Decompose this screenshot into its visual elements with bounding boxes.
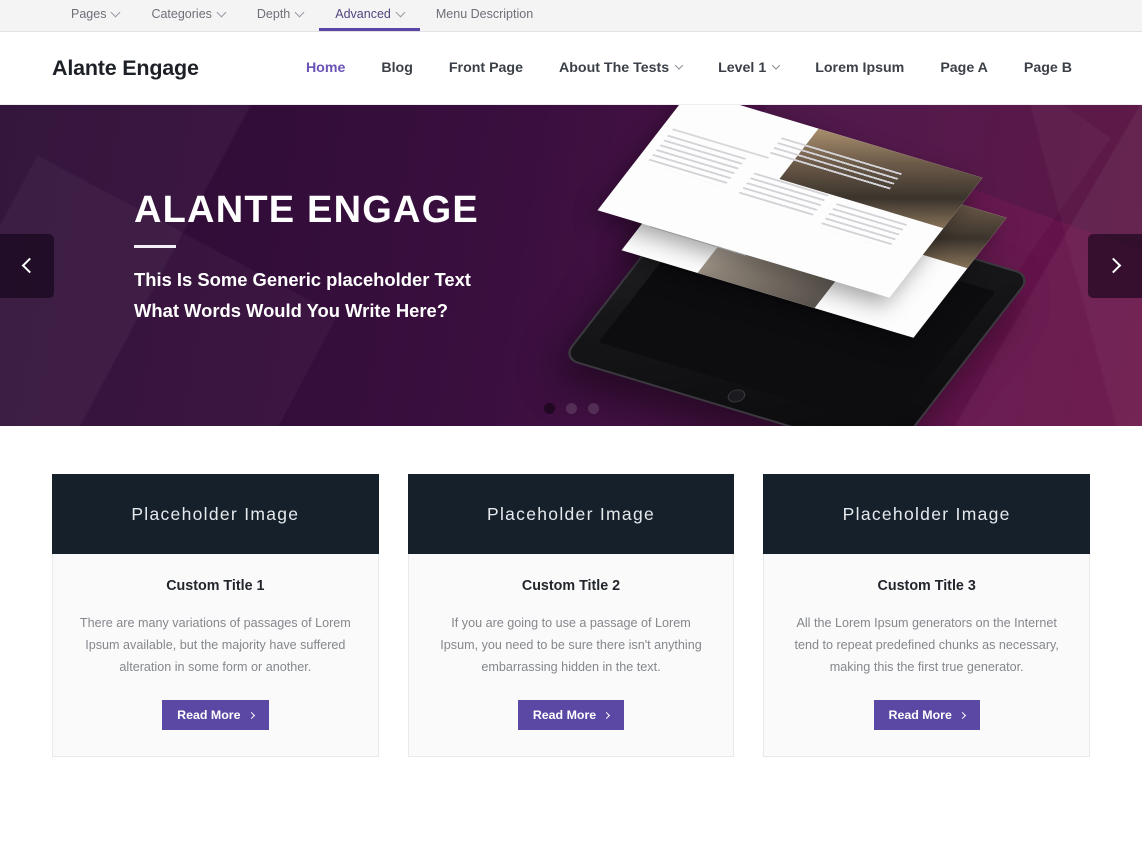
nav-item-level-1[interactable]: Level 1	[700, 60, 797, 76]
chevron-right-icon	[1105, 257, 1121, 274]
chevron-right-icon	[247, 711, 255, 719]
card-title: Custom Title 3	[877, 578, 976, 594]
hero-subtitle-line-2: What Words Would You Write Here?	[134, 300, 449, 322]
hero-title: ALANTE ENGAGE	[134, 188, 479, 231]
chevron-right-icon	[603, 711, 611, 719]
admin-tab-label: Depth	[256, 7, 291, 21]
hero-content: ALANTE ENGAGE This Is Some Generic place…	[0, 105, 1142, 426]
card-description: There are many variations of passages of…	[79, 616, 351, 674]
customizer-menu-bar: Pages Categories Depth Advanced Menu Des…	[0, 0, 1142, 32]
nav-item-blog[interactable]: Blog	[363, 60, 431, 76]
card-body: Custom Title 1 There are many variations…	[53, 554, 378, 756]
cards-row: Placeholder Image Custom Title 1 There a…	[52, 474, 1091, 758]
card-description: If you are going to use a passage of Lor…	[440, 616, 702, 674]
admin-tab-label: Menu Description	[435, 7, 534, 21]
nav-item-label: Lorem Ipsum	[815, 60, 905, 76]
nav-item-front-page[interactable]: Front Page	[431, 60, 541, 76]
card-title: Custom Title 2	[521, 578, 621, 594]
nav-item-page-b[interactable]: Page B	[1006, 60, 1090, 76]
nav-item-label: Blog	[381, 60, 413, 76]
nav-item-label: Front Page	[448, 60, 523, 76]
slider-dot-3[interactable]	[587, 403, 599, 414]
slider-pagination	[0, 403, 1142, 414]
hero-slider: ALANTE ENGAGE This Is Some Generic place…	[0, 105, 1142, 426]
site-brand[interactable]: Alante Engage	[52, 56, 199, 81]
admin-tab-categories[interactable]: Categories	[135, 0, 240, 31]
chevron-down-icon	[674, 61, 684, 70]
slider-prev-button[interactable]	[0, 233, 54, 298]
chevron-down-icon	[294, 7, 305, 17]
card-body: Custom Title 2 If you are going to use a…	[409, 554, 734, 756]
feature-card: Placeholder Image Custom Title 2 If you …	[407, 474, 735, 758]
primary-navigation: Home Blog Front Page About The Tests Lev…	[288, 60, 1090, 76]
slider-next-button[interactable]	[1088, 233, 1142, 298]
card-description: All the Lorem Ipsum generators on the In…	[794, 616, 1059, 674]
read-more-label: Read More	[177, 708, 241, 723]
card-placeholder-image: Placeholder Image	[763, 474, 1091, 554]
nav-item-label: Page B	[1023, 60, 1072, 76]
nav-item-page-a[interactable]: Page A	[922, 60, 1006, 76]
nav-item-label: Page A	[940, 60, 988, 76]
read-more-button[interactable]: Read More	[873, 700, 980, 731]
slider-dot-1[interactable]	[543, 403, 555, 414]
read-more-button[interactable]: Read More	[517, 700, 625, 731]
admin-tab-label: Categories	[151, 7, 212, 21]
feature-card: Placeholder Image Custom Title 3 All the…	[763, 474, 1091, 758]
card-body: Custom Title 3 All the Lorem Ipsum gener…	[764, 554, 1089, 756]
admin-tab-menu-description[interactable]: Menu Description	[420, 0, 549, 31]
site-header: Alante Engage Home Blog Front Page About…	[0, 32, 1142, 105]
feature-cards-section: Placeholder Image Custom Title 1 There a…	[0, 426, 1142, 758]
nav-item-lorem-ipsum[interactable]: Lorem Ipsum	[797, 60, 922, 76]
read-more-label: Read More	[532, 708, 597, 723]
nav-item-about-the-tests[interactable]: About The Tests	[541, 60, 700, 76]
read-more-button[interactable]: Read More	[162, 700, 269, 731]
chevron-down-icon	[111, 7, 121, 17]
nav-item-label: About The Tests	[559, 60, 670, 76]
nav-item-home[interactable]: Home	[288, 60, 363, 76]
admin-tab-depth[interactable]: Depth	[241, 0, 319, 31]
chevron-left-icon	[21, 257, 37, 274]
card-media-label: Placeholder Image	[486, 503, 656, 524]
read-more-label: Read More	[888, 708, 952, 723]
card-placeholder-image: Placeholder Image	[52, 474, 379, 554]
admin-tab-advanced[interactable]: Advanced	[319, 0, 420, 31]
card-title: Custom Title 1	[166, 578, 265, 594]
nav-item-label: Home	[305, 60, 346, 76]
chevron-down-icon	[216, 7, 227, 17]
admin-tab-pages[interactable]: Pages	[55, 0, 135, 31]
card-media-label: Placeholder Image	[131, 503, 300, 524]
card-media-label: Placeholder Image	[842, 503, 1011, 524]
admin-tab-label: Pages	[71, 7, 107, 21]
admin-tab-label: Advanced	[335, 7, 391, 21]
nav-item-label: Level 1	[718, 60, 767, 76]
chevron-right-icon	[958, 711, 966, 719]
slider-dot-2[interactable]	[565, 403, 577, 414]
hero-divider	[134, 245, 176, 249]
hero-subtitle-line-1: This Is Some Generic placeholder Text	[134, 269, 471, 291]
hero-copy: ALANTE ENGAGE This Is Some Generic place…	[52, 190, 522, 341]
chevron-down-icon	[395, 7, 406, 17]
card-placeholder-image: Placeholder Image	[407, 474, 735, 554]
chevron-down-icon	[771, 61, 781, 70]
feature-card: Placeholder Image Custom Title 1 There a…	[52, 474, 379, 758]
